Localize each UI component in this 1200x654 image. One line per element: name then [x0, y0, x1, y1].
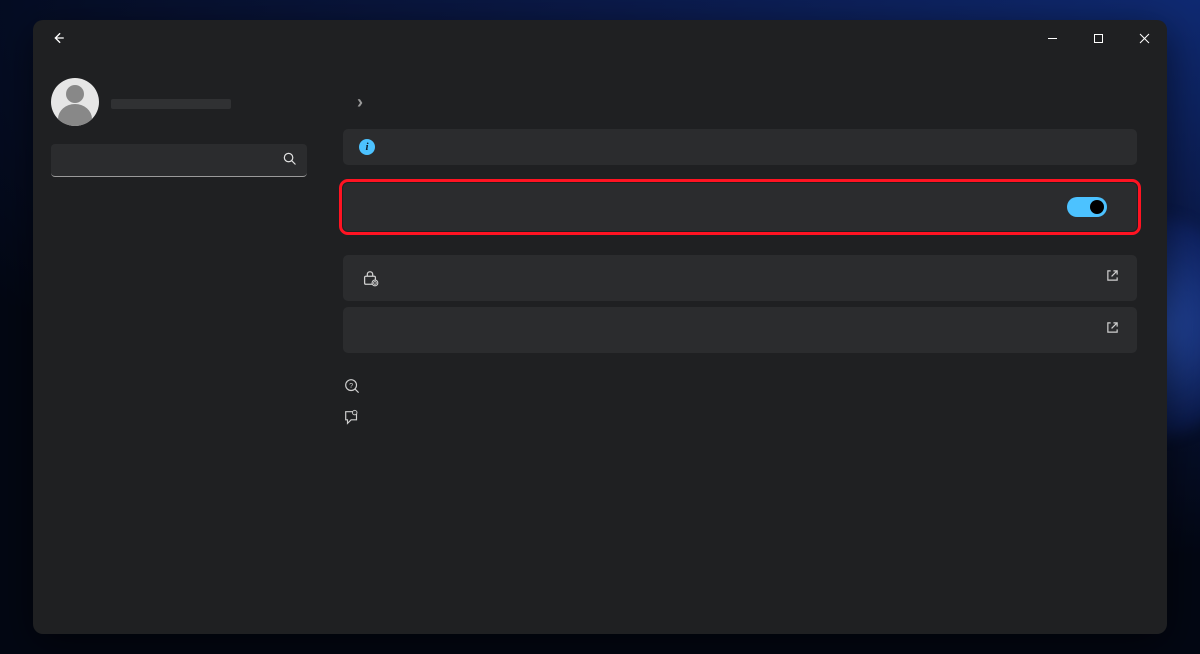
send-feedback-link[interactable]	[343, 409, 1137, 427]
info-banner: i	[343, 129, 1137, 165]
encryption-toggle[interactable]	[1067, 197, 1107, 217]
search-icon	[282, 151, 297, 171]
maximize-button[interactable]	[1075, 20, 1121, 56]
titlebar	[33, 20, 1167, 56]
avatar	[51, 78, 99, 126]
sidebar	[33, 56, 323, 634]
maximize-icon	[1093, 33, 1104, 44]
chevron-right-icon: ›	[357, 92, 363, 113]
feedback-icon	[343, 409, 361, 427]
minimize-icon	[1047, 33, 1058, 44]
back-button[interactable]	[47, 27, 69, 49]
breadcrumb: ›	[343, 92, 1137, 113]
help-icon: ?	[343, 377, 361, 395]
open-external-icon	[1106, 269, 1119, 287]
settings-window: › i	[33, 20, 1167, 634]
main-content: › i	[323, 56, 1167, 634]
lock-icon	[361, 269, 379, 287]
bitlocker-recovery-key-link[interactable]	[343, 307, 1137, 353]
get-help-link[interactable]: ?	[343, 377, 1137, 395]
svg-text:?: ?	[349, 381, 353, 390]
profile-block[interactable]	[43, 78, 315, 140]
minimize-button[interactable]	[1029, 20, 1075, 56]
info-icon: i	[359, 139, 375, 155]
close-button[interactable]	[1121, 20, 1167, 56]
profile-email-redacted	[111, 99, 231, 109]
open-external-icon	[1106, 321, 1119, 339]
bitlocker-drive-encryption-link[interactable]	[343, 255, 1137, 301]
close-icon	[1139, 33, 1150, 44]
device-encryption-card	[343, 183, 1137, 231]
arrow-left-icon	[51, 31, 65, 45]
search-input[interactable]	[51, 144, 307, 177]
